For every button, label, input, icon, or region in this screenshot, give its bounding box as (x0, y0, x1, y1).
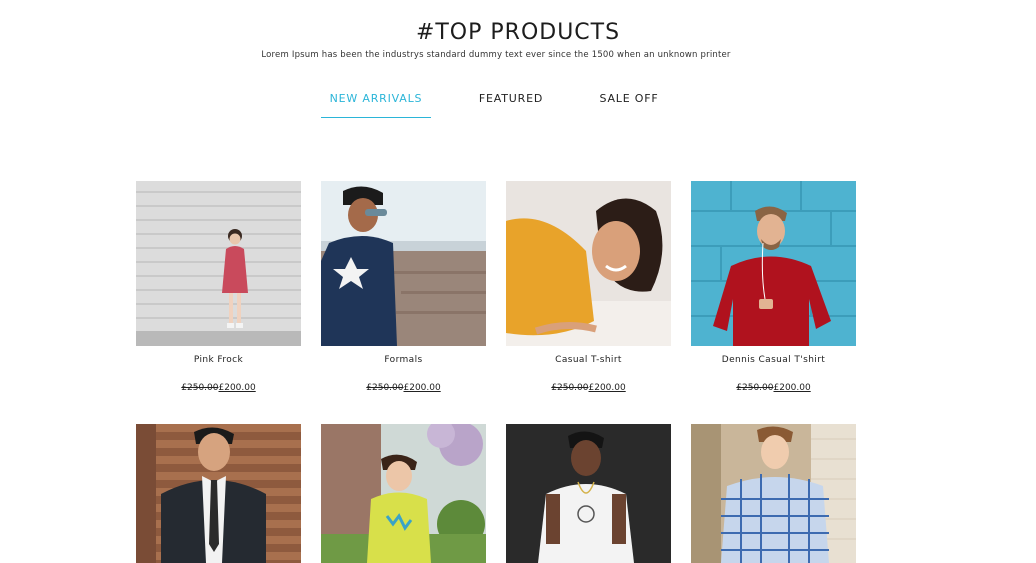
product-image[interactable] (136, 424, 301, 563)
tab-featured[interactable]: FEATURED (466, 92, 556, 118)
product-image-dennis-casual-tshirt[interactable] (691, 181, 856, 346)
section-subtitle: Lorem Ipsum has been the industrys stand… (261, 50, 731, 60)
new-price: £200.00 (773, 383, 811, 393)
product-price: £250.00£200.00 (506, 383, 671, 393)
old-price: £250.00 (736, 383, 774, 393)
product-name[interactable]: Formals (321, 355, 486, 365)
product-name[interactable]: Pink Frock (136, 355, 301, 365)
product-tabs: NEW ARRIVALS FEATURED SALE OFF (0, 92, 1036, 120)
product-price: £250.00£200.00 (691, 383, 856, 393)
product-price: £250.00£200.00 (321, 383, 486, 393)
new-price: £200.00 (588, 383, 626, 393)
product-name[interactable]: Dennis Casual T'shirt (691, 355, 856, 365)
old-price: £250.00 (366, 383, 404, 393)
tab-new-arrivals[interactable]: NEW ARRIVALS (321, 92, 431, 118)
product-image[interactable] (691, 424, 856, 563)
product-image-pink-frock[interactable] (136, 181, 301, 346)
old-price: £250.00 (551, 383, 589, 393)
old-price: £250.00 (181, 383, 219, 393)
product-price: £250.00£200.00 (136, 383, 301, 393)
product-image-casual-tshirt[interactable] (506, 181, 671, 346)
product-image[interactable] (321, 424, 486, 563)
product-name[interactable]: Casual T-shirt (506, 355, 671, 365)
tab-sale-off[interactable]: SALE OFF (590, 92, 668, 118)
new-price: £200.00 (218, 383, 256, 393)
product-image-formals[interactable] (321, 181, 486, 346)
section-title: #TOP PRODUCTS (415, 20, 621, 45)
product-image[interactable] (506, 424, 671, 563)
new-price: £200.00 (403, 383, 441, 393)
